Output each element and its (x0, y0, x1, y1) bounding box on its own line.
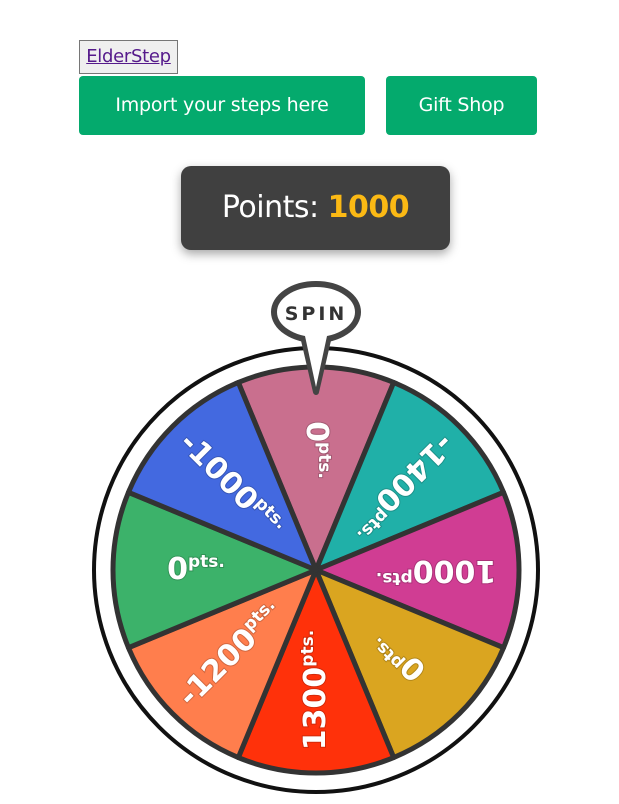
prize-wheel: 0pts. -1400pts.1000pts.0pts.1300pts.-1200… (92, 281, 540, 794)
spin-label: SPIN (285, 303, 348, 325)
